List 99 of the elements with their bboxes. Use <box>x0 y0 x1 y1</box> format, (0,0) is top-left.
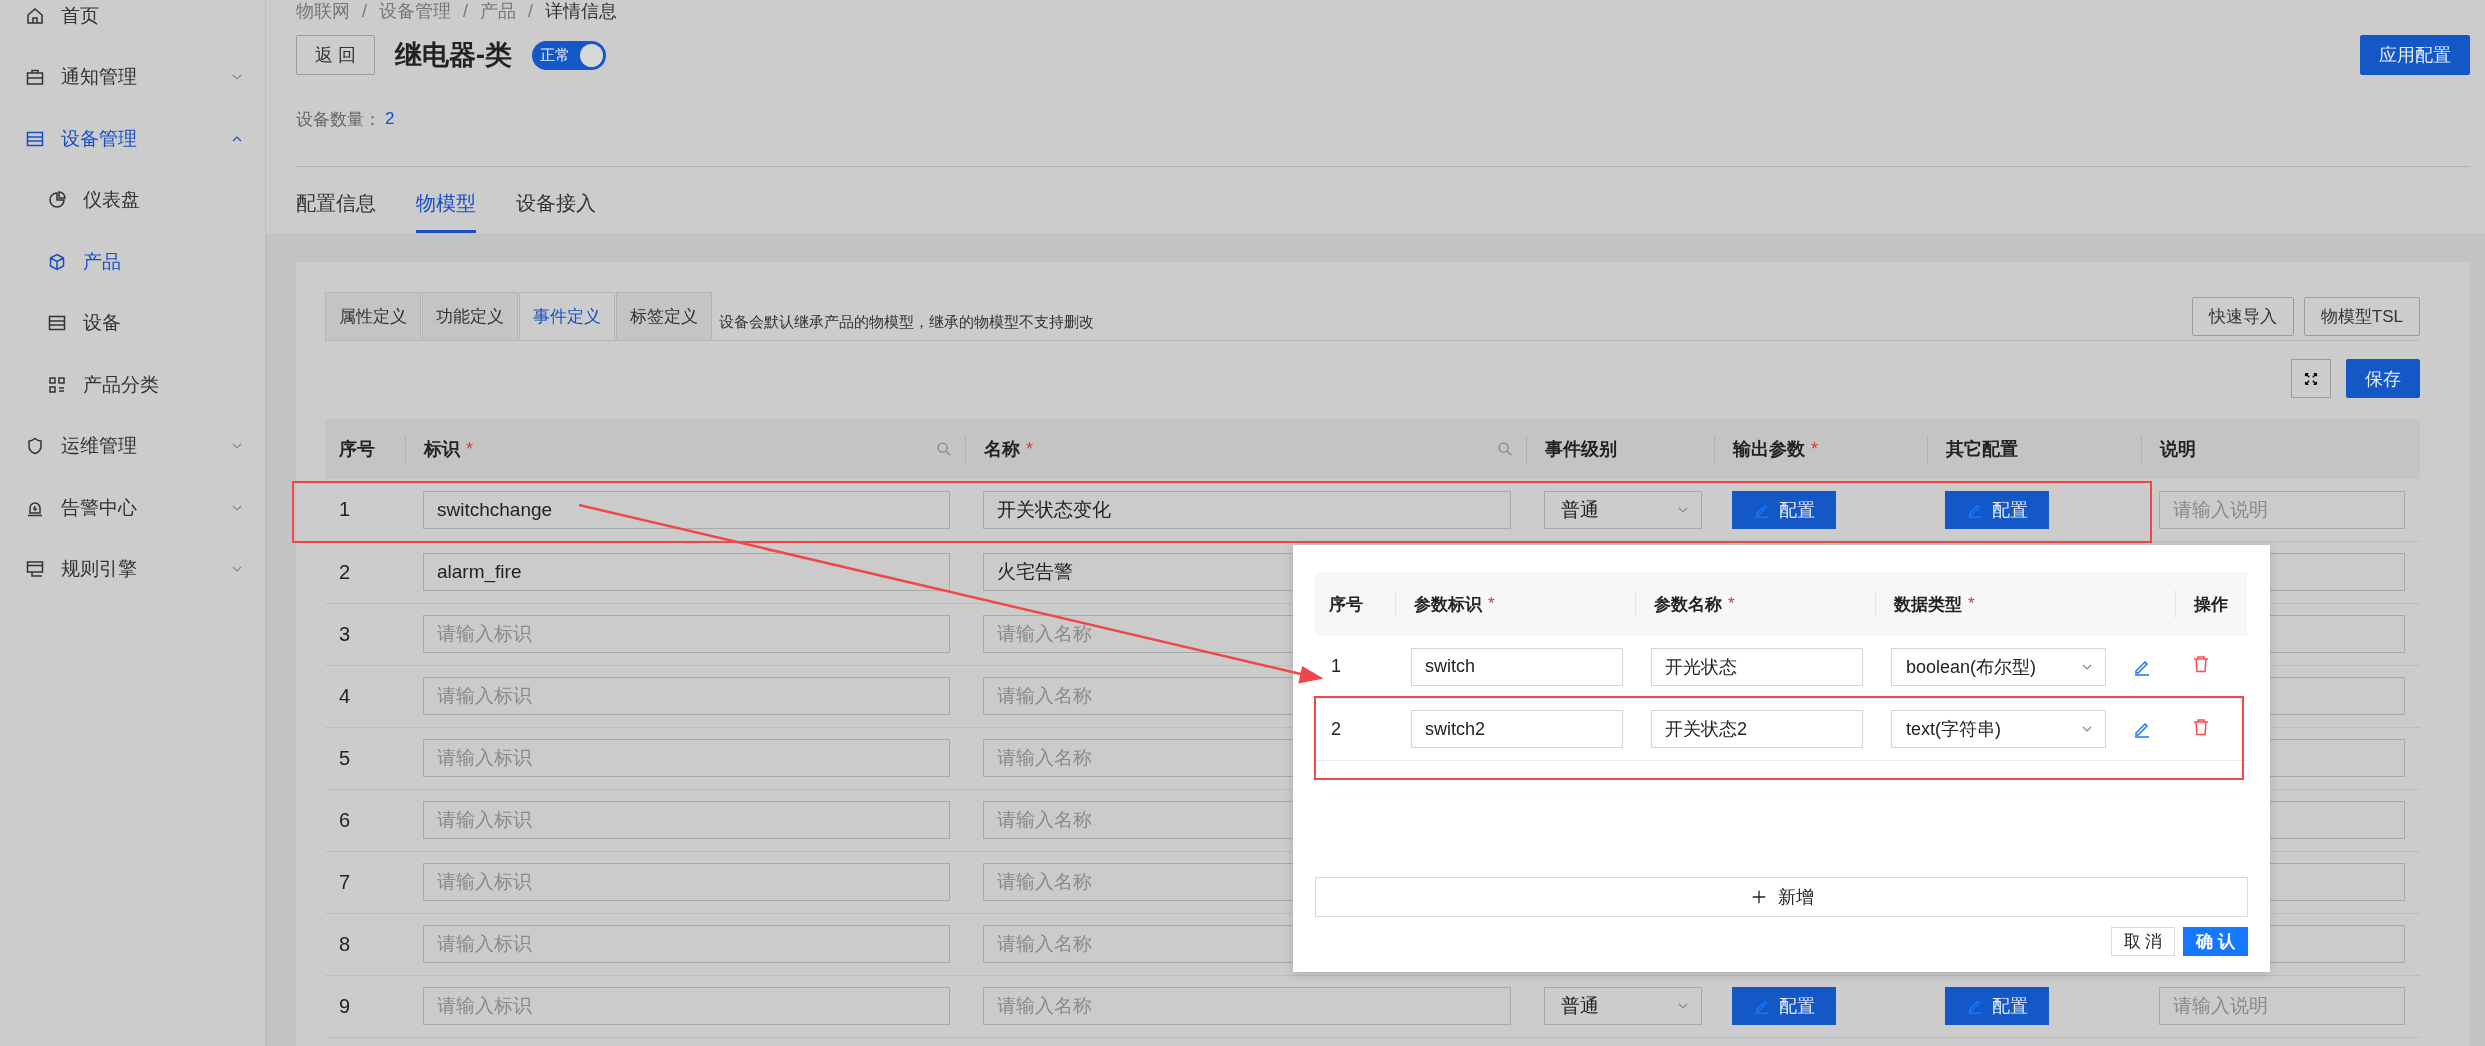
sidebar-item[interactable]: 设备 <box>0 292 265 354</box>
input-field[interactable]: switch2 <box>1411 710 1623 748</box>
device-count-label: 设备数量： <box>296 108 381 131</box>
search-icon <box>1496 440 1514 458</box>
input-field[interactable]: 请输入标识 <box>423 739 950 777</box>
briefcase-icon <box>25 67 45 88</box>
column-header: 参数名称 <box>1654 593 1722 616</box>
grid-icon <box>47 374 67 395</box>
input-field[interactable]: alarm_fire <box>423 553 950 591</box>
save-button[interactable]: 保存 <box>2346 359 2420 398</box>
window-icon <box>25 559 45 580</box>
input-field[interactable]: 开光状态 <box>1651 647 1863 686</box>
column-header: 其它配置 <box>1946 438 2018 461</box>
input-field[interactable]: 开关状态变化 <box>983 490 1511 529</box>
column-header: 操作 <box>2194 593 2228 616</box>
config-button[interactable]: 配置 <box>1945 987 2049 1025</box>
home-icon <box>25 5 45 26</box>
input-field[interactable]: 请输入标识 <box>423 863 950 901</box>
row-number: 3 <box>339 622 351 645</box>
level-select[interactable]: 普通 <box>1544 490 1702 529</box>
pie-chart-icon <box>47 190 67 211</box>
required-mark: * <box>1026 438 1033 460</box>
sub-tab[interactable]: 功能定义 <box>422 292 518 340</box>
row-number: 1 <box>339 498 351 521</box>
column-header: 标识 <box>424 438 460 461</box>
sub-tab[interactable]: 标签定义 <box>616 292 712 340</box>
sidebar-item[interactable]: 告警中心 <box>0 477 265 539</box>
required-mark: * <box>1811 438 1818 460</box>
confirm-button[interactable]: 确 认 <box>2183 927 2248 956</box>
column-header: 事件级别 <box>1545 438 1617 461</box>
toolbar-button[interactable]: 快速导入 <box>2191 296 2294 336</box>
apply-config-button[interactable]: 应用配置 <box>2360 35 2470 75</box>
type-select[interactable]: text(字符串) <box>1891 710 2106 748</box>
sidebar-item[interactable]: 运维管理 <box>0 415 265 477</box>
required-mark: * <box>466 438 473 460</box>
input-field[interactable]: 请输入名称 <box>983 987 1511 1025</box>
required-mark: * <box>1968 594 1975 614</box>
input-field[interactable]: 请输入标识 <box>423 925 950 963</box>
config-button[interactable]: 配置 <box>1945 490 2049 529</box>
delete-icon <box>2191 654 2211 675</box>
row-number: 9 <box>339 994 351 1017</box>
column-header: 参数标识 <box>1414 593 1482 616</box>
sidebar-item[interactable]: 仪表盘 <box>0 169 265 231</box>
row-number: 1 <box>1331 656 1341 677</box>
row-number: 8 <box>339 932 351 955</box>
required-mark: * <box>1488 594 1495 614</box>
column-header: 输出参数 <box>1733 438 1805 461</box>
delete-icon <box>2191 716 2211 737</box>
input-field[interactable]: 请输入说明 <box>2159 987 2405 1025</box>
tab[interactable]: 设备接入 <box>516 167 596 233</box>
column-header: 名称 <box>984 438 1020 461</box>
sidebar-item[interactable]: 产品 <box>0 231 265 293</box>
tab[interactable]: 物模型 <box>416 167 476 233</box>
row-number: 5 <box>339 746 351 769</box>
sidebar-item[interactable]: 产品分类 <box>0 354 265 416</box>
input-field[interactable]: 请输入标识 <box>423 615 950 653</box>
input-field[interactable]: switch <box>1411 647 1623 686</box>
type-select[interactable]: boolean(布尔型) <box>1891 647 2106 686</box>
cube-icon <box>47 251 67 272</box>
sub-tab[interactable]: 属性定义 <box>325 292 421 340</box>
column-header: 说明 <box>2160 438 2196 461</box>
toolbar-button[interactable]: 物模型TSL <box>2303 296 2420 336</box>
inherit-note: 设备会默认继承产品的物模型，继承的物模型不支持删改 <box>719 313 1094 332</box>
breadcrumb-separator: / <box>362 0 367 22</box>
breadcrumb-separator: / <box>463 0 469 22</box>
row-number: 7 <box>339 870 351 893</box>
input-field[interactable]: 请输入标识 <box>423 677 950 715</box>
level-select[interactable]: 普通 <box>1544 987 1702 1025</box>
row-number: 6 <box>339 808 351 831</box>
input-field[interactable]: 请输入说明 <box>2159 490 2405 529</box>
column-header: 数据类型 <box>1894 593 1962 616</box>
input-field[interactable]: 开关状态2 <box>1651 710 1863 748</box>
sidebar-item[interactable]: 设备管理 <box>0 108 265 170</box>
input-field[interactable]: switchchange <box>423 490 950 529</box>
status-switch[interactable]: 正常 <box>532 40 606 70</box>
row-number: 2 <box>1331 718 1341 739</box>
input-field[interactable]: 请输入标识 <box>423 987 950 1025</box>
input-field[interactable]: 请输入标识 <box>423 801 950 839</box>
breadcrumb-separator: / <box>528 0 534 22</box>
add-button[interactable]: 新增 <box>1315 877 2248 917</box>
required-mark: * <box>1728 594 1735 614</box>
tab[interactable]: 配置信息 <box>296 167 376 233</box>
back-button[interactable]: 返 回 <box>296 35 375 75</box>
row-number: 2 <box>339 560 351 583</box>
fullscreen-button[interactable] <box>2291 359 2331 398</box>
shield-icon <box>25 436 45 457</box>
config-button[interactable]: 配置 <box>1732 987 1836 1025</box>
sidebar-item[interactable]: 首页 <box>0 0 265 47</box>
sidebar-item[interactable]: 通知管理 <box>0 46 265 108</box>
column-header: 序号 <box>1329 593 1363 616</box>
row-number: 4 <box>339 684 351 707</box>
sidebar-item[interactable]: 规则引擎 <box>0 538 265 600</box>
config-button[interactable]: 配置 <box>1732 490 1836 529</box>
column-header: 序号 <box>339 438 375 461</box>
search-icon <box>935 440 953 458</box>
device-count-value: 2 <box>385 109 395 129</box>
sub-tab[interactable]: 事件定义 <box>519 292 615 340</box>
cancel-button[interactable]: 取 消 <box>2110 927 2176 956</box>
page-title: 继电器-类 <box>395 39 512 72</box>
